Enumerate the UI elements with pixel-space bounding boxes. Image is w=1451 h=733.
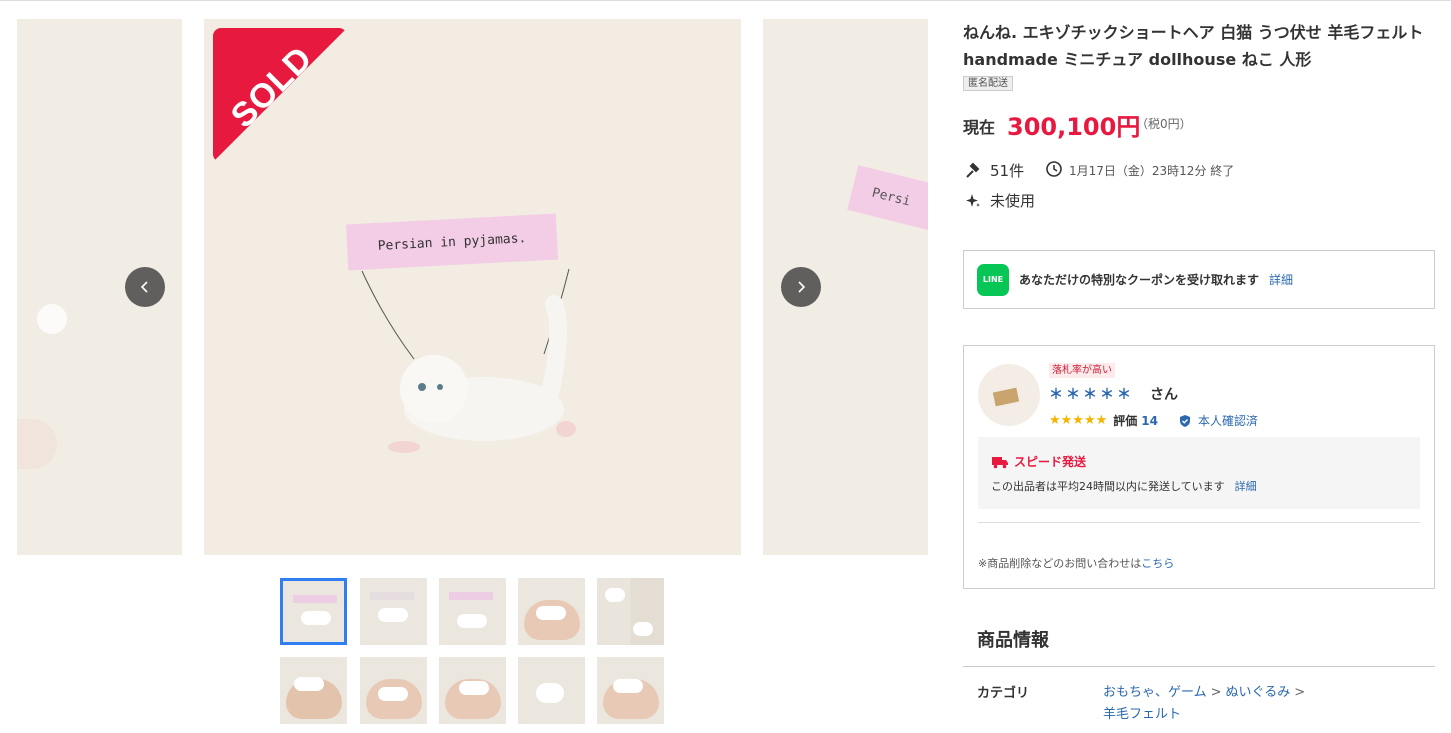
chevron-left-icon [140, 281, 148, 293]
thumbnail[interactable] [597, 578, 664, 645]
tax-note: （税0円） [1136, 117, 1192, 131]
rating-stars-icon: ★★★★★ [1049, 413, 1108, 428]
line-logo-icon: LINE [977, 263, 1009, 296]
sparkle-icon [963, 191, 983, 211]
thumbnail[interactable] [280, 578, 347, 645]
anonymous-shipping-tag: 匿名配送 [963, 76, 1013, 91]
thumbnail[interactable] [518, 578, 585, 645]
gallery-next-button[interactable] [781, 267, 821, 307]
contact-note: ※商品削除などのお問い合わせはこちら [978, 557, 1175, 570]
product-info-heading: 商品情報 [977, 630, 1049, 651]
breadcrumb-separator-icon: > [1210, 685, 1222, 700]
category-link[interactable]: おもちゃ、ゲーム [1103, 685, 1207, 700]
seller-badge: 落札率が高い [1049, 363, 1115, 378]
speed-shipping-desc: この出品者は平均24時間以内に発送しています 詳細 [991, 478, 1257, 494]
seller-avatar[interactable] [978, 364, 1040, 426]
line-coupon-details-link[interactable]: 詳細 [1269, 271, 1293, 288]
seller-rating: ★★★★★ 評価 14 本人確認済 [1049, 412, 1258, 429]
shield-check-icon [1180, 414, 1190, 427]
gavel-icon [963, 161, 983, 181]
end-time: 1月17日（金）23時12分 終了 [1045, 160, 1234, 181]
gallery-prev-button[interactable] [125, 267, 165, 307]
thumbnail[interactable] [518, 657, 585, 724]
category-link[interactable]: ぬいぐるみ [1226, 685, 1291, 700]
product-title: ねんね. エキゾチックショートヘア 白猫 うつ伏せ 羊毛フェルト handmad… [963, 23, 1424, 69]
rating-count-link[interactable]: 14 [1141, 414, 1158, 428]
breadcrumb-separator-icon: > [1294, 685, 1306, 700]
truck-icon [992, 456, 1008, 468]
item-condition: 未使用 [963, 190, 1035, 211]
contact-link[interactable]: こちら [1141, 557, 1174, 570]
thumbnail[interactable] [360, 657, 427, 724]
thumbnail[interactable] [439, 657, 506, 724]
seller-card: 落札率が高い ＊＊＊＊＊ さん ★★★★★ 評価 14 本人確認済 スピード発送… [963, 345, 1435, 589]
line-coupon-text: あなただけの特別なクーポンを受け取れます [1019, 273, 1260, 287]
line-coupon-banner[interactable]: LINE あなただけの特別なクーポンを受け取れます 詳細 [963, 250, 1435, 309]
thumbnail[interactable] [360, 578, 427, 645]
category-link[interactable]: 羊毛フェルト [1103, 707, 1181, 722]
image-gallery: Persian in pyjamas. Persi SOLD [0, 0, 940, 733]
verified-badge: 本人確認済 [1178, 412, 1258, 429]
chevron-right-icon [798, 281, 806, 293]
thumbnail[interactable] [280, 657, 347, 724]
speed-shipping-box: スピード発送 この出品者は平均24時間以内に発送しています 詳細 [978, 437, 1420, 509]
clock-icon [1045, 160, 1063, 181]
speed-shipping-title: スピード発送 [991, 453, 1086, 470]
divider [978, 522, 1420, 523]
thumbnail[interactable] [439, 578, 506, 645]
category-breadcrumb: おもちゃ、ゲーム > ぬいぐるみ > 羊毛フェルト [1103, 682, 1383, 726]
current-price: 300,100円 [1007, 113, 1141, 141]
bid-count[interactable]: 51件 [963, 160, 1024, 181]
divider [963, 666, 1435, 667]
price-label: 現在 [963, 118, 996, 137]
speed-shipping-details-link[interactable]: 詳細 [1235, 478, 1257, 494]
seller-name-suffix: さん [1150, 387, 1178, 403]
felt-cat-figure [388, 295, 576, 453]
sold-badge: SOLD [213, 28, 347, 162]
next-photo-banner: Persi [847, 165, 928, 239]
seller-name-link[interactable]: ＊＊＊＊＊ [1049, 384, 1134, 404]
thumbnail[interactable] [597, 657, 664, 724]
rating-label: 評価 [1113, 414, 1138, 428]
category-label: カテゴリ [977, 686, 1030, 701]
